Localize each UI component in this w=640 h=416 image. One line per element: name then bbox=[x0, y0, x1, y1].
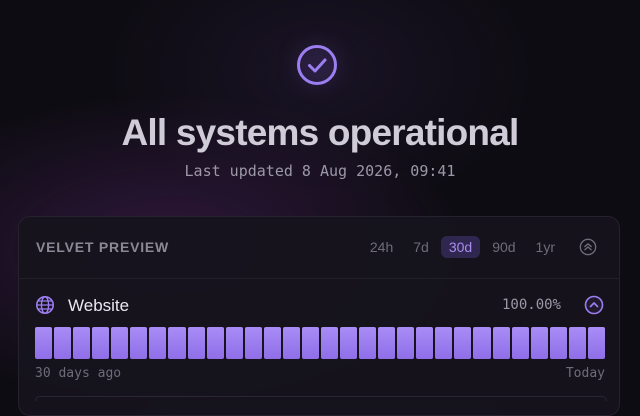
uptime-day-bar[interactable] bbox=[492, 327, 510, 359]
uptime-day-bar[interactable] bbox=[244, 327, 262, 359]
uptime-day-bar[interactable] bbox=[54, 327, 72, 359]
uptime-bar-chart bbox=[35, 327, 605, 359]
card-title: VELVET PREVIEW bbox=[36, 239, 170, 255]
uptime-day-bar[interactable] bbox=[416, 327, 434, 359]
chevrons-up-icon[interactable] bbox=[579, 238, 597, 256]
uptime-day-bar[interactable] bbox=[454, 327, 472, 359]
next-monitor-row-edge bbox=[35, 396, 607, 401]
uptime-day-bar[interactable] bbox=[587, 327, 605, 359]
monitor-name[interactable]: Website bbox=[68, 296, 129, 316]
uptime-day-bar[interactable] bbox=[301, 327, 319, 359]
uptime-day-bar[interactable] bbox=[187, 327, 205, 359]
uptime-day-bar[interactable] bbox=[111, 327, 129, 359]
uptime-day-bar[interactable] bbox=[549, 327, 567, 359]
range-tab-7d[interactable]: 7d bbox=[405, 236, 437, 258]
uptime-day-bar[interactable] bbox=[397, 327, 415, 359]
uptime-day-bar[interactable] bbox=[130, 327, 148, 359]
uptime-day-bar[interactable] bbox=[149, 327, 167, 359]
range-tabs: 24h 7d 30d 90d 1yr bbox=[362, 236, 563, 258]
range-tab-90d[interactable]: 90d bbox=[484, 236, 523, 258]
uptime-day-bar[interactable] bbox=[473, 327, 491, 359]
range-tab-1yr[interactable]: 1yr bbox=[528, 236, 563, 258]
uptime-day-bar[interactable] bbox=[73, 327, 91, 359]
uptime-day-bar[interactable] bbox=[359, 327, 377, 359]
uptime-day-bar[interactable] bbox=[92, 327, 110, 359]
globe-icon bbox=[36, 296, 54, 314]
uptime-percentage: 100.00% bbox=[501, 297, 561, 313]
range-tab-24h[interactable]: 24h bbox=[362, 236, 401, 258]
uptime-day-bar[interactable] bbox=[378, 327, 396, 359]
axis-end-label: Today bbox=[565, 366, 605, 381]
last-updated-text: Last updated 8 Aug 2026, 09:41 bbox=[184, 162, 456, 180]
uptime-day-bar[interactable] bbox=[511, 327, 529, 359]
axis-start-label: 30 days ago bbox=[35, 366, 122, 381]
status-card: VELVET PREVIEW 24h 7d 30d 90d 1yr bbox=[18, 216, 620, 416]
uptime-day-bar[interactable] bbox=[35, 327, 53, 359]
uptime-day-bar[interactable] bbox=[168, 327, 186, 359]
uptime-day-bar[interactable] bbox=[320, 327, 338, 359]
range-tab-30d[interactable]: 30d bbox=[440, 236, 481, 258]
uptime-day-bar[interactable] bbox=[568, 327, 586, 359]
uptime-day-bar[interactable] bbox=[225, 327, 243, 359]
uptime-day-bar[interactable] bbox=[206, 327, 224, 359]
uptime-day-bar[interactable] bbox=[435, 327, 453, 359]
uptime-day-bar[interactable] bbox=[282, 327, 300, 359]
page-title: All systems operational bbox=[121, 112, 520, 153]
uptime-day-bar[interactable] bbox=[340, 327, 358, 359]
uptime-day-bar[interactable] bbox=[530, 327, 548, 359]
card-header: VELVET PREVIEW 24h 7d 30d 90d 1yr bbox=[19, 217, 619, 279]
check-circle-icon bbox=[297, 45, 337, 85]
uptime-day-bar[interactable] bbox=[263, 327, 281, 359]
chevron-up-icon[interactable] bbox=[584, 295, 604, 315]
